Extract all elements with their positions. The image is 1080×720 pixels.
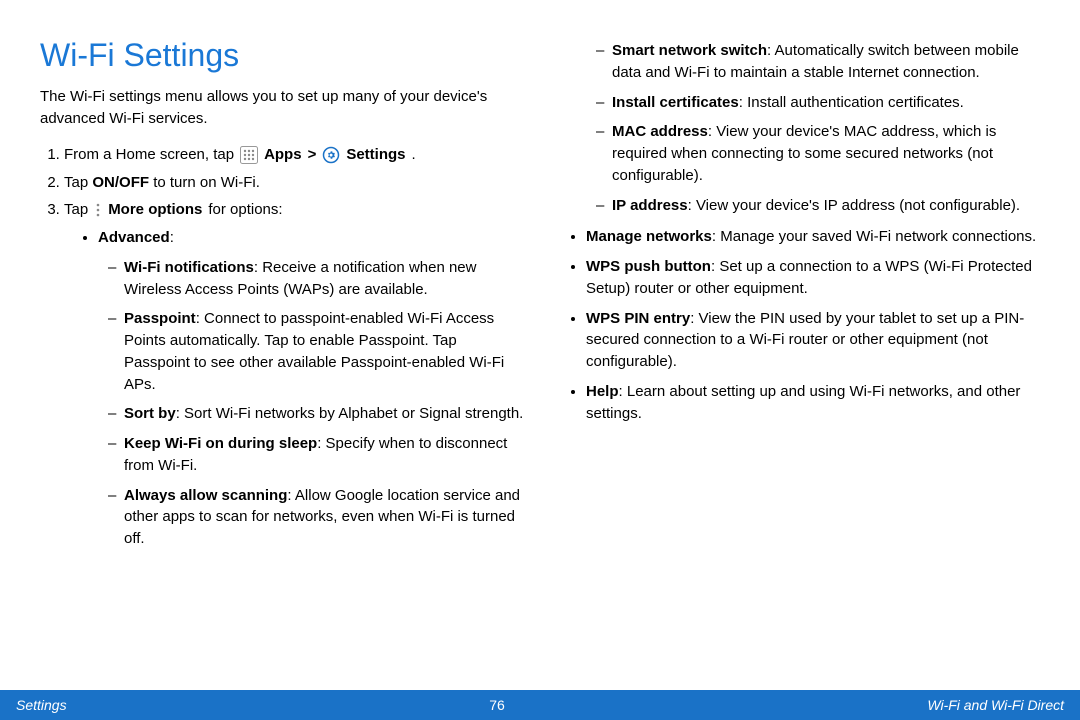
step-text: for options: [208, 199, 282, 221]
step-text: Tap [64, 199, 88, 221]
advanced-bullet: Advanced: Wi-Fi notifications: Receive a… [80, 227, 524, 550]
item-term: WPS push button [586, 258, 711, 275]
step-2: Tap ON/OFF to turn on Wi-Fi. [64, 172, 524, 194]
item-desc: : View your device's IP address (not con… [688, 197, 1020, 214]
gear-icon [322, 146, 340, 164]
item-term: Always allow scanning [124, 487, 287, 504]
page-title: Wi-Fi Settings [40, 32, 524, 78]
item-term: Help [586, 383, 619, 400]
item-desc: : Learn about setting up and using Wi-Fi… [586, 383, 1020, 422]
list-item: Passpoint: Connect to passpoint-enabled … [114, 308, 524, 395]
list-item: Install certificates: Install authentica… [602, 92, 1040, 114]
advanced-item: Advanced: Wi-Fi notifications: Receive a… [98, 227, 524, 550]
advanced-sublist: Wi-Fi notifications: Receive a notificat… [98, 257, 524, 550]
advanced-label: Advanced [98, 229, 170, 246]
item-term: MAC address [612, 123, 708, 140]
item-desc: : Manage your saved Wi-Fi network connec… [712, 228, 1036, 245]
item-desc: : Sort Wi-Fi networks by Alphabet or Sig… [176, 405, 524, 422]
list-item: WPS push button: Set up a connection to … [586, 256, 1040, 300]
list-item: Always allow scanning: Allow Google loca… [114, 485, 524, 550]
page-number: 76 [489, 697, 505, 713]
item-term: Sort by [124, 405, 176, 422]
step-1: From a Home screen, tap Apps > [64, 144, 524, 166]
item-term: Keep Wi-Fi on during sleep [124, 435, 317, 452]
step-text: Tap [64, 174, 92, 191]
intro-text: The Wi-Fi settings menu allows you to se… [40, 86, 524, 130]
steps-list: From a Home screen, tap Apps > [40, 144, 524, 550]
list-item: WPS PIN entry: View the PIN used by your… [586, 308, 1040, 373]
footer-right: Wi-Fi and Wi-Fi Direct [927, 697, 1064, 713]
step-3: Tap More options for options: Advanced: … [64, 199, 524, 550]
settings-label: Settings [346, 144, 405, 166]
options-list: Manage networks: Manage your saved Wi-Fi… [570, 226, 1040, 424]
right-column: Smart network switch: Automatically swit… [556, 32, 1040, 690]
item-desc: : Install authentication certificates. [739, 94, 964, 111]
advanced-sublist-continued: Smart network switch: Automatically swit… [586, 40, 1040, 216]
onoff-label: ON/OFF [92, 174, 149, 191]
item-term: Passpoint [124, 310, 196, 327]
item-term: Install certificates [612, 94, 739, 111]
left-column: Wi-Fi Settings The Wi-Fi settings menu a… [40, 32, 524, 690]
list-item: MAC address: View your device's MAC addr… [602, 121, 1040, 186]
period: . [412, 144, 416, 166]
separator: > [308, 144, 317, 166]
list-item: Manage networks: Manage your saved Wi-Fi… [586, 226, 1040, 248]
list-item: Help: Learn about setting up and using W… [586, 381, 1040, 425]
footer-left: Settings [16, 697, 67, 713]
more-options-icon [94, 202, 102, 218]
list-item: Sort by: Sort Wi-Fi networks by Alphabet… [114, 403, 524, 425]
manual-page: Wi-Fi Settings The Wi-Fi settings menu a… [0, 0, 1080, 720]
step-text: From a Home screen, tap [64, 144, 234, 166]
list-item: IP address: View your device's IP addres… [602, 195, 1040, 217]
list-item: Keep Wi-Fi on during sleep: Specify when… [114, 433, 524, 477]
apps-icon [240, 146, 258, 164]
page-footer: Settings 76 Wi-Fi and Wi-Fi Direct [0, 690, 1080, 720]
step-text: to turn on Wi-Fi. [149, 174, 260, 191]
list-item: Smart network switch: Automatically swit… [602, 40, 1040, 84]
apps-label: Apps [264, 144, 302, 166]
item-term: IP address [612, 197, 688, 214]
item-term: WPS PIN entry [586, 310, 690, 327]
item-term: Wi-Fi notifications [124, 259, 254, 276]
more-options-label: More options [108, 199, 202, 221]
item-term: Manage networks [586, 228, 712, 245]
item-term: Smart network switch [612, 42, 767, 59]
list-item: Wi-Fi notifications: Receive a notificat… [114, 257, 524, 301]
